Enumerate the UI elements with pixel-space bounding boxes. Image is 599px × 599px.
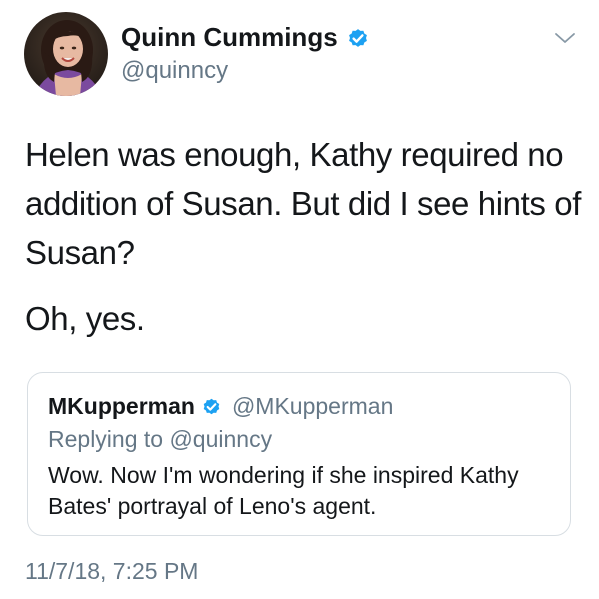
quoted-tweet-text: Wow. Now I'm wondering if she inspired K… <box>48 462 519 519</box>
verified-badge-icon <box>346 26 370 50</box>
tweet-text: Helen was enough, Kathy required no addi… <box>25 130 585 343</box>
tweet-paragraph: Helen was enough, Kathy required no addi… <box>25 136 581 271</box>
chevron-down-icon[interactable] <box>554 30 576 46</box>
tweet-timestamp[interactable]: 11/7/18, 7:25 PM <box>25 558 198 585</box>
author-name-row[interactable]: Quinn Cummings <box>121 22 370 53</box>
quoted-author-handle: @MKupperman <box>231 393 394 419</box>
avatar-photo <box>24 12 108 96</box>
reply-context: Replying to @quinncy <box>48 426 273 452</box>
author-handle[interactable]: @quinncy <box>121 57 228 85</box>
verified-badge-icon <box>201 396 222 417</box>
quoted-tweet-header: MKupperman @MKupperman <box>48 393 393 420</box>
quoted-author-name: MKupperman <box>48 393 195 419</box>
avatar[interactable] <box>24 12 108 96</box>
tweet-paragraph: Oh, yes. <box>25 300 145 337</box>
author-name[interactable]: Quinn Cummings <box>121 22 338 53</box>
quoted-tweet-card[interactable]: MKupperman @MKupperman Replying to @quin… <box>27 372 571 536</box>
